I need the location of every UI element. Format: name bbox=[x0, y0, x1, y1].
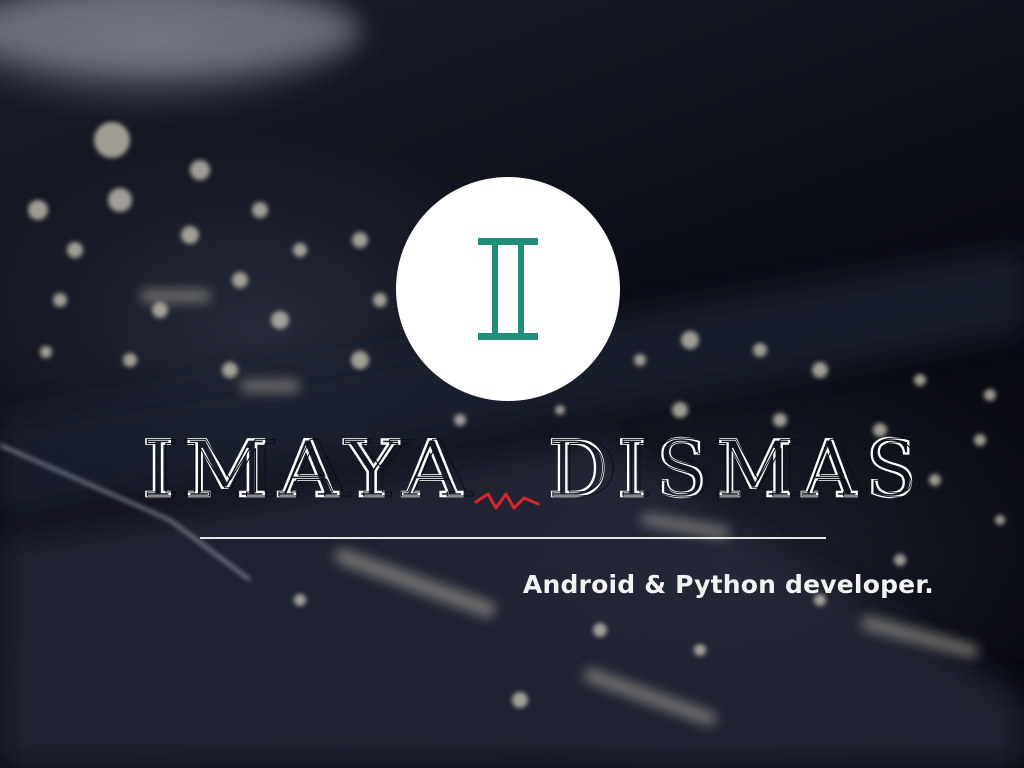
monogram-icon: I bbox=[478, 238, 538, 340]
divider-line bbox=[200, 537, 826, 539]
name-last-inner: DISMAS bbox=[548, 425, 926, 515]
name-first-inner: IMAYA bbox=[142, 425, 474, 515]
monogram-letter: I bbox=[508, 293, 509, 295]
tagline: Android & Python developer. bbox=[522, 570, 934, 599]
cover-image: I IMAYA DISMAS IMAYA DISMAS Android & Py… bbox=[0, 0, 1024, 768]
name-heading: IMAYA DISMAS IMAYA DISMAS bbox=[140, 424, 930, 520]
monogram-badge: I bbox=[396, 177, 620, 401]
red-zigzag-mark bbox=[474, 492, 540, 510]
